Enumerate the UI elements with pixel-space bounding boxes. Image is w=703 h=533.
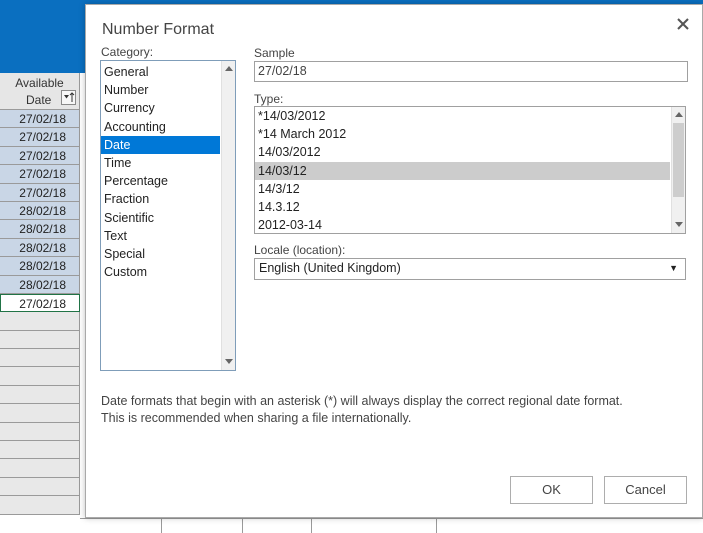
dialog-title: Number Format xyxy=(102,21,215,38)
category-item-currency[interactable]: Currency xyxy=(101,99,220,117)
date-cell[interactable] xyxy=(0,496,80,515)
number-format-dialog: Number Format Category: General Number Cur… xyxy=(85,4,703,518)
type-listbox[interactable]: *14/03/2012 *14 March 2012 14/03/2012 14/03… xyxy=(254,106,686,234)
type-item[interactable]: 14/03/2012 xyxy=(255,143,670,161)
date-column-cells: 27/02/18 27/02/18 27/02/18 27/02/18 27/02/18… xyxy=(0,110,80,515)
lower-grid-strip xyxy=(80,518,703,533)
category-listbox[interactable]: General Number Currency Accounting Date Time P… xyxy=(100,60,236,371)
category-item-scientific[interactable]: Scientific xyxy=(101,209,220,227)
dropdown-arrow-icon: ▼ xyxy=(669,263,678,273)
chevron-down-icon xyxy=(224,359,233,364)
scroll-down-button[interactable] xyxy=(672,218,685,232)
category-item-custom[interactable]: Custom xyxy=(101,263,220,281)
date-cell[interactable]: 27/02/18 xyxy=(0,110,80,129)
date-cell[interactable] xyxy=(0,385,80,405)
date-cell[interactable] xyxy=(0,459,80,478)
scroll-thumb[interactable] xyxy=(673,123,684,197)
date-cell[interactable]: 27/02/18 xyxy=(0,146,80,166)
asterisk-note: Date formats that begin with an asterisk… xyxy=(101,393,691,427)
date-cell[interactable]: 27/02/18 xyxy=(0,128,80,147)
sort-filter-button[interactable] xyxy=(61,90,76,105)
note-line-2: This is recommended when sharing a file … xyxy=(101,411,412,425)
date-cell[interactable]: 28/02/18 xyxy=(0,238,80,258)
date-cell[interactable]: 27/02/18 xyxy=(0,293,80,313)
category-item-number[interactable]: Number xyxy=(101,81,220,99)
date-cell[interactable] xyxy=(0,404,80,423)
category-scrollbar[interactable] xyxy=(221,61,235,370)
date-cell[interactable] xyxy=(0,330,80,350)
category-item-time[interactable]: Time xyxy=(101,154,220,172)
category-item-general[interactable]: General xyxy=(101,63,220,81)
category-items: General Number Currency Accounting Date Time P… xyxy=(101,61,220,281)
date-cell[interactable]: 28/02/18 xyxy=(0,201,80,221)
category-item-special[interactable]: Special xyxy=(101,245,220,263)
date-cell[interactable] xyxy=(0,367,80,386)
date-cell[interactable] xyxy=(0,477,80,497)
locale-dropdown[interactable]: English (United Kingdom) ▼ xyxy=(254,258,686,280)
date-cell[interactable] xyxy=(0,441,80,460)
type-label: Type: xyxy=(254,92,284,106)
date-cell[interactable]: 28/02/18 xyxy=(0,275,80,294)
chevron-down-icon xyxy=(674,222,683,227)
type-item[interactable]: 14/03/12 xyxy=(255,161,670,180)
type-scrollbar[interactable] xyxy=(671,107,685,233)
type-item[interactable]: *14/03/2012 xyxy=(255,107,670,125)
date-cell[interactable]: 27/02/18 xyxy=(0,165,80,184)
note-line-1: Date formats that begin with an asterisk… xyxy=(101,394,623,408)
ok-button[interactable]: OK xyxy=(510,476,593,504)
date-cell[interactable] xyxy=(0,422,80,442)
type-item[interactable]: 14/3/12 xyxy=(255,180,670,198)
chevron-up-icon xyxy=(674,112,683,117)
type-item[interactable]: *14 March 2012 xyxy=(255,125,670,143)
date-cell[interactable] xyxy=(0,349,80,368)
scroll-up-button[interactable] xyxy=(222,62,235,76)
sort-filter-icon xyxy=(64,92,75,102)
chevron-up-icon xyxy=(224,66,233,71)
sample-field: 27/02/18 xyxy=(254,61,688,82)
scroll-down-button[interactable] xyxy=(222,355,235,369)
type-item[interactable]: 2012-03-14 xyxy=(255,216,670,233)
date-cell[interactable] xyxy=(0,312,80,331)
date-cell[interactable]: 28/02/18 xyxy=(0,220,80,239)
sample-label: Sample xyxy=(254,46,295,60)
type-item[interactable]: 14.3.12 xyxy=(255,198,670,216)
scroll-up-button[interactable] xyxy=(672,108,685,122)
category-item-text[interactable]: Text xyxy=(101,227,220,245)
cancel-button[interactable]: Cancel xyxy=(604,476,687,504)
category-item-percentage[interactable]: Percentage xyxy=(101,172,220,190)
type-items: *14/03/2012 *14 March 2012 14/03/2012 14/03… xyxy=(255,107,670,233)
locale-value: English (United Kingdom) xyxy=(259,261,401,275)
category-item-fraction[interactable]: Fraction xyxy=(101,190,220,208)
locale-label: Locale (location): xyxy=(254,243,346,257)
category-label: Category: xyxy=(101,45,154,59)
category-item-date[interactable]: Date xyxy=(101,135,220,154)
category-item-accounting[interactable]: Accounting xyxy=(101,118,220,136)
close-button[interactable] xyxy=(674,15,692,33)
date-cell[interactable]: 28/02/18 xyxy=(0,257,80,276)
close-icon xyxy=(677,18,689,30)
date-cell[interactable]: 27/02/18 xyxy=(0,183,80,202)
